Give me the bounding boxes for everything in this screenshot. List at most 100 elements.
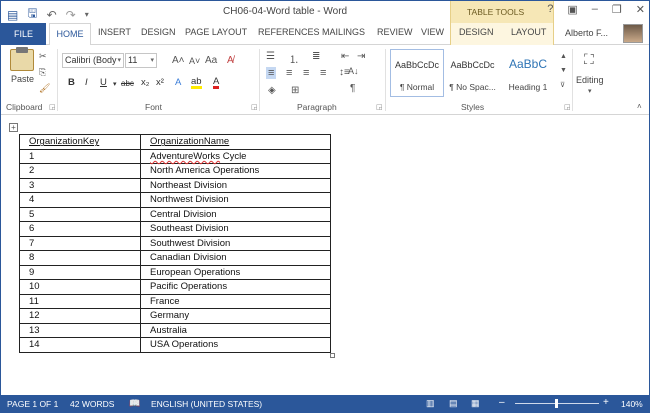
tab-view[interactable]: VIEW <box>421 27 444 37</box>
name-cell[interactable]: European Operations <box>140 264 331 280</box>
editing-button[interactable]: Editing <box>576 75 604 85</box>
key-cell[interactable]: 13 <box>19 322 141 338</box>
highlight-icon[interactable]: ab <box>191 77 202 89</box>
paragraph-launcher-icon[interactable]: ◲ <box>376 103 383 111</box>
name-cell[interactable]: Southwest Division <box>140 235 331 251</box>
styles-scroll-down-icon[interactable]: ▼ <box>560 67 567 74</box>
underline-dropdown-icon[interactable]: ▾ <box>113 80 117 88</box>
restore-button[interactable]: ❐ <box>612 3 622 16</box>
styles-scroll-up-icon[interactable]: ▲ <box>560 53 567 60</box>
italic-icon[interactable]: I <box>85 77 88 88</box>
align-center-icon[interactable]: ≡ <box>286 67 292 79</box>
decrease-indent-icon[interactable]: ⇤ <box>341 51 349 62</box>
word-app-icon[interactable]: ▤ <box>7 8 18 22</box>
key-cell[interactable]: 12 <box>19 308 141 324</box>
close-button[interactable]: ✕ <box>636 3 645 16</box>
data-table[interactable]: OrganizationKey OrganizationName 1 Advent… <box>19 134 331 353</box>
avatar[interactable] <box>623 24 643 43</box>
numbering-icon[interactable]: ⒈ <box>289 51 299 66</box>
tab-design[interactable]: DESIGN <box>141 27 176 37</box>
name-cell[interactable]: Germany <box>140 308 331 324</box>
key-cell[interactable]: 2 <box>19 163 141 179</box>
grow-font-icon[interactable]: A˄ <box>172 55 185 66</box>
header-cell[interactable]: OrganizationKey <box>19 134 141 150</box>
key-cell[interactable]: 7 <box>19 235 141 251</box>
tab-page-layout[interactable]: PAGE LAYOUT <box>185 27 247 37</box>
bold-icon[interactable]: B <box>68 77 75 88</box>
tab-mailings[interactable]: MAILINGS <box>322 27 365 37</box>
name-cell[interactable]: Australia <box>140 322 331 338</box>
paste-button[interactable]: Paste <box>11 74 34 84</box>
customize-qat-icon[interactable]: ▾ <box>85 10 89 19</box>
save-icon[interactable]: 🖫 <box>27 4 37 25</box>
key-cell[interactable]: 3 <box>19 177 141 193</box>
superscript-icon[interactable]: x² <box>156 77 164 88</box>
name-cell[interactable]: Canadian Division <box>140 250 331 266</box>
sort-icon[interactable]: A↓ <box>348 66 359 76</box>
change-case-icon[interactable]: Aa <box>205 55 217 66</box>
spelling-error-word[interactable]: AdventureWorks <box>150 151 220 162</box>
name-cell[interactable]: North America Operations <box>140 163 331 179</box>
align-right-icon[interactable]: ≡ <box>303 67 309 79</box>
name-cell[interactable]: France <box>140 293 331 309</box>
copy-icon[interactable]: ⎘ <box>39 67 46 78</box>
page-count[interactable]: PAGE 1 OF 1 <box>7 399 58 409</box>
style-normal[interactable]: AaBbCcDc ¶ Normal <box>390 49 444 97</box>
web-layout-icon[interactable]: ▦ <box>471 398 480 409</box>
shrink-font-icon[interactable]: A˅ <box>189 56 200 66</box>
justify-icon[interactable]: ≡ <box>320 67 326 79</box>
minimize-button[interactable]: – <box>592 3 598 16</box>
language-indicator[interactable]: ENGLISH (UNITED STATES) <box>151 399 262 409</box>
key-cell[interactable]: 6 <box>19 221 141 237</box>
name-cell[interactable]: Central Division <box>140 206 331 222</box>
tab-insert[interactable]: INSERT <box>98 27 131 37</box>
collapse-ribbon-icon[interactable]: ˄ <box>637 102 642 111</box>
proofing-icon[interactable]: 📖 <box>129 398 140 409</box>
font-launcher-icon[interactable]: ◲ <box>251 103 258 111</box>
name-cell[interactable]: Pacific Operations <box>140 279 331 295</box>
shading-icon[interactable]: ◈ <box>268 85 276 96</box>
name-cell[interactable]: Northwest Division <box>140 192 331 208</box>
increase-indent-icon[interactable]: ⇥ <box>357 51 365 62</box>
tab-references[interactable]: REFERENCES <box>258 27 320 37</box>
cut-icon[interactable]: ✂ <box>39 51 47 62</box>
table-move-handle-icon[interactable]: + <box>9 123 18 132</box>
tab-file[interactable]: FILE <box>1 23 46 45</box>
name-cell[interactable]: Northeast Division <box>140 177 331 193</box>
document-area[interactable]: + OrganizationKey OrganizationName 1 Adve… <box>1 115 649 395</box>
subscript-icon[interactable]: x₂ <box>141 77 149 88</box>
borders-icon[interactable]: ⊞ <box>291 85 299 96</box>
key-cell[interactable]: 11 <box>19 293 141 309</box>
redo-icon[interactable]: ↷ <box>66 8 76 22</box>
tab-review[interactable]: REVIEW <box>377 27 413 37</box>
style-no-spacing[interactable]: AaBbCcDc ¶ No Spac... <box>445 49 500 97</box>
show-marks-icon[interactable]: ¶ <box>350 83 355 94</box>
tab-table-design[interactable]: DESIGN <box>459 27 494 37</box>
zoom-in-icon[interactable]: + <box>603 397 609 408</box>
chevron-down-icon[interactable]: ▾ <box>588 87 592 95</box>
print-layout-icon[interactable]: ▤ <box>449 398 458 409</box>
read-mode-icon[interactable]: ▥ <box>426 398 435 409</box>
header-cell[interactable]: OrganizationName <box>140 134 331 150</box>
tab-table-layout[interactable]: LAYOUT <box>511 27 546 37</box>
styles-launcher-icon[interactable]: ◲ <box>564 103 571 111</box>
style-heading-1[interactable]: AaBbC Heading 1 <box>501 49 555 97</box>
align-left-icon[interactable]: ≡ <box>266 67 277 79</box>
bullets-icon[interactable]: ☰ <box>266 51 275 62</box>
name-cell[interactable]: USA Operations <box>140 337 331 353</box>
name-cell[interactable]: AdventureWorks Cycle <box>140 148 331 164</box>
key-cell[interactable]: 4 <box>19 192 141 208</box>
key-cell[interactable]: 5 <box>19 206 141 222</box>
key-cell[interactable]: 1 <box>19 148 141 164</box>
font-size-field[interactable]: 11 ▾ <box>125 53 157 68</box>
clear-formatting-icon[interactable]: A̸ <box>227 55 234 66</box>
clipboard-launcher-icon[interactable]: ◲ <box>49 103 56 111</box>
key-cell[interactable]: 14 <box>19 337 141 353</box>
zoom-slider-thumb[interactable] <box>555 399 558 408</box>
zoom-out-icon[interactable]: – <box>499 397 505 408</box>
styles-more-icon[interactable]: ⊽ <box>560 81 565 89</box>
strikethrough-icon[interactable]: abc <box>121 79 134 88</box>
underline-icon[interactable]: U <box>100 77 107 88</box>
format-painter-icon[interactable]: 🖌 <box>39 83 50 94</box>
key-cell[interactable]: 9 <box>19 264 141 280</box>
